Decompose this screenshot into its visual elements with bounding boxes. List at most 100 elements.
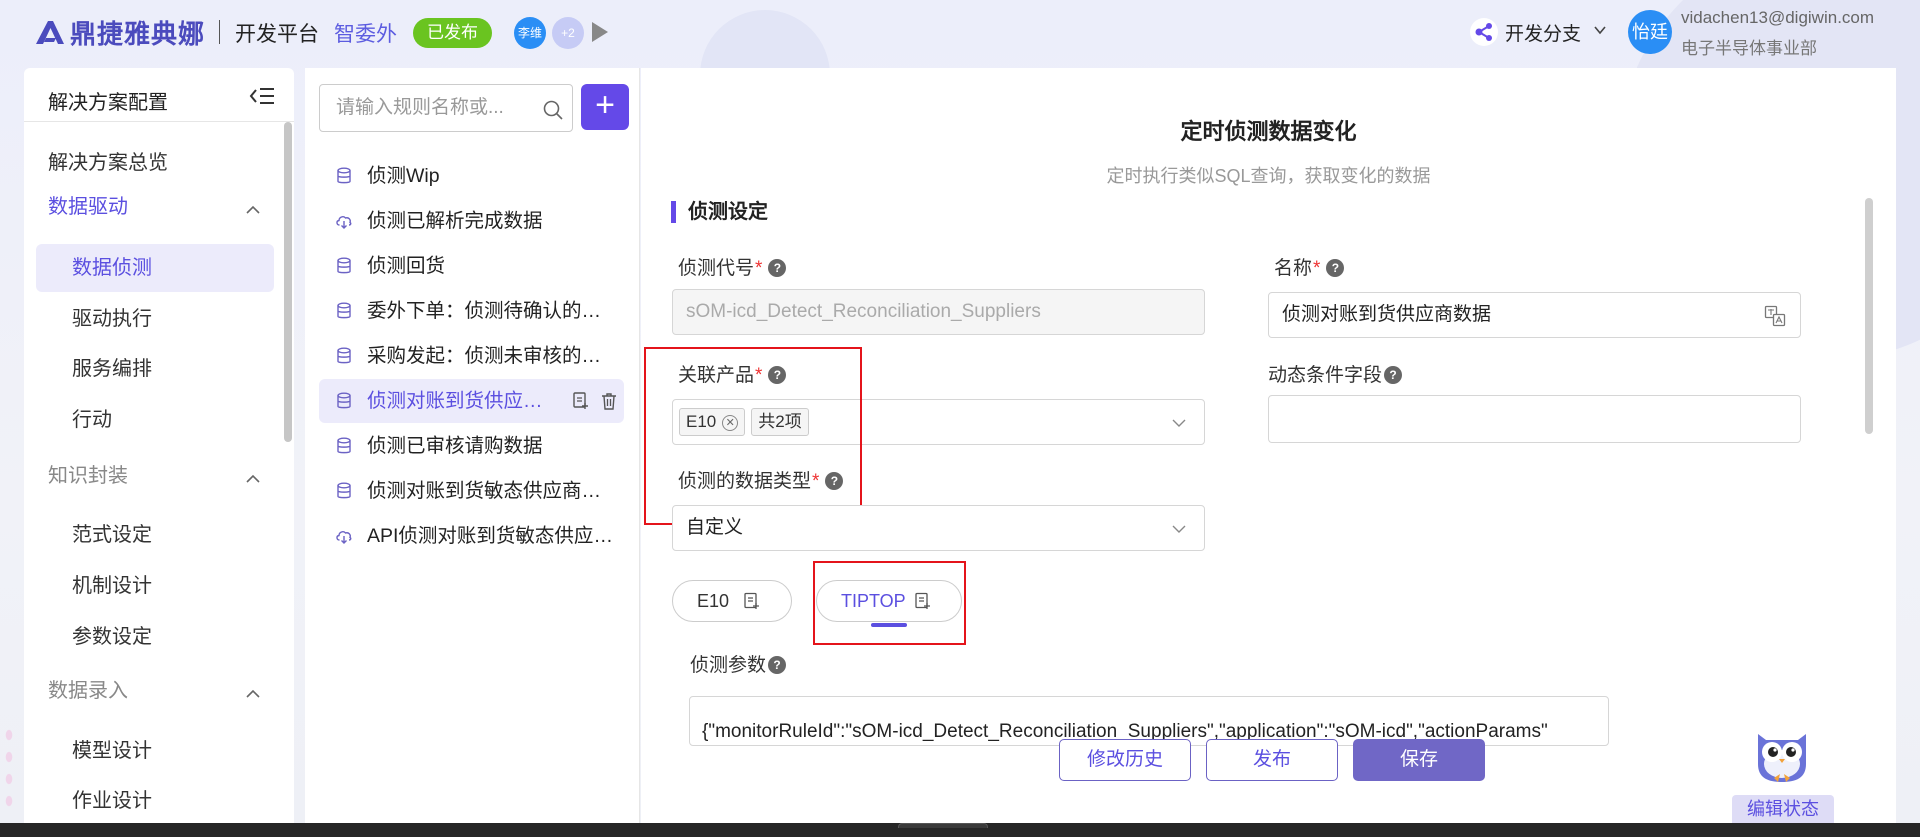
rule-item[interactable]: 侦测回货 [319,244,624,288]
search-icon[interactable] [542,99,564,121]
taskbar-strip [0,823,1920,837]
sidebar-item-action[interactable]: 行动 [24,396,274,444]
label-text: 名称 [1274,258,1313,279]
product-tab-e10[interactable]: E10 [672,580,792,622]
rule-item[interactable]: 委外下单：侦测待确认的委外单 [319,289,624,333]
database-icon [337,392,351,409]
add-rule-button[interactable]: + [581,84,629,130]
detection-code-label: 侦测代号*? [678,253,787,280]
label-text: 侦测参数 [690,655,767,676]
save-button[interactable]: 保存 [1353,739,1485,781]
data-type-value: 自定义 [686,517,744,538]
rule-item[interactable]: 侦测已解析完成数据 [319,199,624,243]
athena-logo-icon [34,18,66,46]
name-field[interactable]: 侦测对账到货供应商数据 [1268,292,1801,338]
sidebar-scrollbar[interactable] [284,122,292,442]
rule-item[interactable]: 侦测对账到货敏态供应商数据 [319,469,624,513]
project-name[interactable]: 智委外 [334,18,397,48]
rule-label: 侦测已审核请购数据 [367,435,543,457]
rule-item[interactable]: 侦测已审核请购数据 [319,424,624,468]
collaborator-avatar[interactable]: 李维 [514,17,546,49]
translate-icon[interactable] [1764,305,1786,327]
sidebar-item-data-detection[interactable]: 数据侦测 [36,244,274,292]
page-title: 定时侦测数据变化 [1180,119,1357,144]
sidebar-item-parameters[interactable]: 参数设定 [24,613,274,661]
database-icon [337,482,351,499]
collapse-sidebar-icon[interactable] [248,84,276,108]
rule-item-active[interactable]: 侦测对账到货供应商数据 [319,379,624,423]
chevron-up-icon [246,689,260,698]
sidebar-item-label: 数据侦测 [72,257,152,279]
sidebar-item-overview[interactable]: 解决方案总览 [24,139,274,187]
database-icon [337,167,351,184]
sidebar-item-label: 行动 [72,409,112,431]
sidebar-item-label: 范式设定 [72,524,152,546]
copy-icon[interactable] [743,592,761,610]
more-collaborators-avatar[interactable]: +2 [552,17,584,49]
publish-button[interactable]: 发布 [1206,739,1338,781]
database-icon [337,437,351,454]
sidebar-group-data-driven[interactable]: 数据驱动 [24,183,274,231]
platform-name: 开发平台 [235,23,319,46]
branch-icon[interactable] [1470,18,1498,46]
help-icon[interactable]: ? [1384,366,1403,384]
sidebar-group-knowledge[interactable]: 知识封装 [24,452,274,500]
sidebar-group-data-entry[interactable]: 数据录入 [24,667,274,715]
top-header: 鼎捷雅典娜 开发平台 智委外 已发布 李维 +2 开发分支 怡廷 vidache… [0,0,1920,64]
sidebar-item-paradigm[interactable]: 范式设定 [24,511,274,559]
branch-selector[interactable]: 开发分支 [1505,19,1581,46]
dynamic-condition-label: 动态条件字段? [1268,360,1403,387]
annotation-box-tiptop [813,561,966,645]
rule-label: API侦测对账到货敏态供应商数据 [367,525,617,547]
sidebar-item-label: 作业设计 [72,790,152,812]
page-subtitle: 定时执行类似SQL查询，获取变化的数据 [1106,166,1431,186]
play-icon[interactable] [592,22,608,42]
help-icon[interactable]: ? [1326,259,1345,277]
chevron-down-icon[interactable] [1593,18,1607,42]
sidebar-title: 解决方案配置 [48,92,168,114]
annotation-box-product [644,347,862,525]
chevron-up-icon [246,205,260,214]
edit-state-label[interactable]: 编辑状态 [1732,795,1834,823]
label-text: 侦测的数据类型 [678,471,812,492]
help-icon[interactable]: ? [825,472,844,490]
dynamic-condition-field[interactable] [1268,395,1801,443]
rule-item[interactable]: 采购发起：侦测未审核的请购单 [319,334,624,378]
user-email: vidachen13@digiwin.com [1681,8,1875,27]
trash-icon[interactable] [599,391,619,411]
sidebar-item-mechanism[interactable]: 机制设计 [24,562,274,610]
help-icon[interactable]: ? [768,656,787,674]
label-text: 动态条件字段 [1268,365,1383,386]
sidebar-header: 解决方案配置 [24,68,294,122]
rule-item[interactable]: API侦测对账到货敏态供应商数据 [319,514,624,558]
rule-item[interactable]: 侦测Wip [319,154,624,198]
sidebar-item-service-orchestration[interactable]: 服务编排 [24,345,274,393]
sidebar-item-label: 服务编排 [72,358,152,380]
rule-search-input[interactable] [336,95,526,121]
header-divider [219,20,220,44]
sidebar-item-label: 解决方案总览 [48,152,168,174]
rule-label: 侦测已解析完成数据 [367,210,543,232]
assistant-owl-icon[interactable] [1748,724,1816,784]
history-button[interactable]: 修改历史 [1059,739,1191,781]
help-icon[interactable]: ? [768,259,787,277]
detection-form-panel: 定时侦测数据变化 定时执行类似SQL查询，获取变化的数据 侦测设定 侦测代号*?… [641,68,1896,823]
sidebar-item-label: 机制设计 [72,575,152,597]
user-department: 电子半导体事业部 [1681,39,1817,58]
sidebar-item-drive-execution[interactable]: 驱动执行 [24,295,274,343]
form-scrollbar[interactable] [1865,198,1873,434]
sidebar-item-model-design[interactable]: 模型设计 [24,727,274,775]
detection-code-field: sOM-icd_Detect_Reconciliation_Suppliers [672,289,1205,335]
chevron-down-icon[interactable] [1172,522,1186,536]
brand-logo[interactable]: 鼎捷雅典娜 [34,14,205,50]
database-icon [337,257,351,274]
user-avatar[interactable]: 怡廷 [1628,10,1672,54]
copy-icon[interactable] [571,391,591,411]
chevron-down-icon[interactable] [1172,416,1186,430]
rule-label: 侦测对账到货供应商数据 [367,390,547,412]
rule-search[interactable] [319,84,573,132]
sidebar-group-label: 知识封装 [48,465,128,487]
data-type-select[interactable]: 自定义 [672,505,1205,551]
rule-label: 侦测对账到货敏态供应商数据 [367,480,617,502]
sidebar-item-job-design[interactable]: 作业设计 [24,777,274,823]
